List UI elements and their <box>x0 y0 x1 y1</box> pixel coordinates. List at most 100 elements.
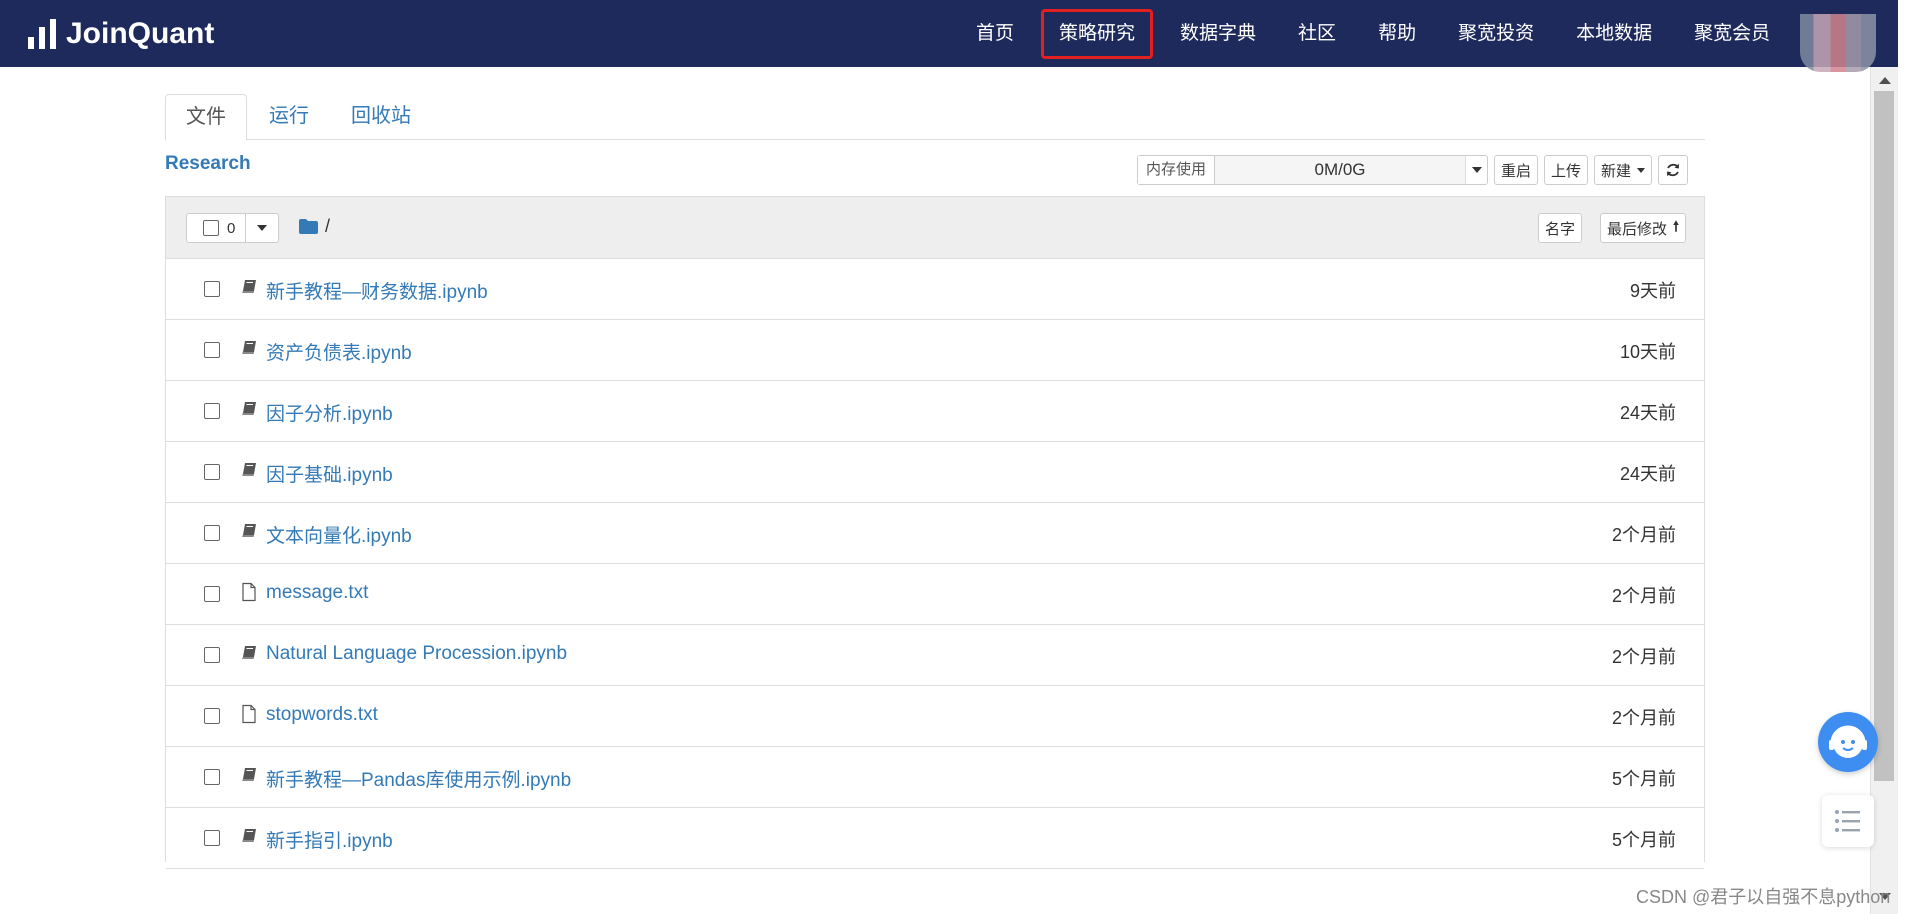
notebook-icon <box>242 829 256 842</box>
file-name-link[interactable]: 因子基础.ipynb <box>266 460 393 487</box>
file-modified-time: 24天前 <box>1619 464 1676 484</box>
watermark: CSDN @君子以自强不息python <box>1636 887 1891 907</box>
file-select-checkbox[interactable] <box>204 281 220 297</box>
file-modified-time: 9天前 <box>1629 281 1676 301</box>
chevron-down-icon <box>1471 167 1482 173</box>
select-all-control[interactable]: 0 <box>187 214 247 242</box>
logo-mark-icon <box>28 19 56 49</box>
file-select-checkbox[interactable] <box>204 403 220 419</box>
file-row[interactable]: stopwords.txt 2个月前 <box>166 686 1704 747</box>
list-icon <box>1835 810 1860 832</box>
file-icon <box>242 704 256 724</box>
file-select-checkbox[interactable] <box>204 708 220 724</box>
nav-item-community[interactable]: 社区 <box>1277 9 1357 59</box>
file-modified-time: 2个月前 <box>1611 708 1676 728</box>
file-name-link[interactable]: 文本向量化.ipynb <box>266 521 412 548</box>
file-row[interactable]: 资产负债表.ipynb 10天前 <box>166 320 1704 381</box>
file-select-checkbox[interactable] <box>204 525 220 541</box>
notebook-icon <box>242 768 256 781</box>
restart-button[interactable]: 重启 <box>1494 155 1539 185</box>
file-row[interactable]: 因子分析.ipynb 24天前 <box>166 381 1704 442</box>
notebook-icon <box>242 646 256 659</box>
file-row[interactable]: 新手教程—Pandas库使用示例.ipynb 5个月前 <box>166 747 1704 808</box>
file-name-link[interactable]: 因子分析.ipynb <box>266 399 393 426</box>
file-name-link[interactable]: 资产负债表.ipynb <box>266 338 412 365</box>
nav-item-joinquant-invest[interactable]: 聚宽投资 <box>1437 9 1555 59</box>
user-avatar[interactable] <box>1800 14 1876 72</box>
refresh-button[interactable] <box>1658 155 1689 185</box>
file-row[interactable]: 新手指引.ipynb 5个月前 <box>166 808 1704 869</box>
memory-usage-label: 内存使用 <box>1138 156 1216 184</box>
nav-item-local-data[interactable]: 本地数据 <box>1555 9 1673 59</box>
memory-usage-select[interactable]: 内存使用 0M/0G <box>1137 155 1489 185</box>
tab-files[interactable]: 文件 <box>165 94 247 141</box>
file-icon <box>242 582 256 602</box>
selection-dropdown-toggle[interactable] <box>246 214 278 242</box>
new-dropdown-button[interactable]: 新建 <box>1594 155 1653 185</box>
folder-icon[interactable] <box>299 219 318 234</box>
file-select-checkbox[interactable] <box>204 586 220 602</box>
select-all-group[interactable]: 0 <box>186 213 280 243</box>
memory-usage-value: 0M/0G <box>1215 156 1466 184</box>
file-name-link[interactable]: 新手指引.ipynb <box>266 826 393 853</box>
file-select-checkbox[interactable] <box>204 464 220 480</box>
sort-by-modified-button[interactable]: 最后修改 🠕 <box>1599 213 1686 243</box>
upload-button-label: 上传 <box>1551 162 1582 180</box>
file-row[interactable]: 文本向量化.ipynb 2个月前 <box>166 503 1704 564</box>
notebook-icon <box>242 280 256 293</box>
file-modified-time: 2个月前 <box>1611 647 1676 667</box>
file-modified-time: 24天前 <box>1619 403 1676 423</box>
scroll-thumb[interactable] <box>1874 91 1894 781</box>
nav-item-help[interactable]: 帮助 <box>1357 9 1437 59</box>
file-row[interactable]: 新手教程—财务数据.ipynb 9天前 <box>166 259 1704 320</box>
nav-item-data-dictionary[interactable]: 数据字典 <box>1159 9 1277 59</box>
scroll-up-arrow-icon[interactable] <box>1879 77 1891 84</box>
nav-item-home[interactable]: 首页 <box>955 9 1035 59</box>
notebook-toolbar: 内存使用 0M/0G 重启 上传 新建 <box>1137 155 1694 185</box>
file-list-panel: 0 / 名字 最后修改 🠕 新手教程—财务数据.ipynb 9天前资产负债表.ip… <box>165 196 1705 869</box>
chevron-down-icon <box>257 225 268 231</box>
file-list: 新手教程—财务数据.ipynb 9天前资产负债表.ipynb 10天前因子分析.ip… <box>166 259 1704 869</box>
file-modified-time: 10天前 <box>1619 342 1676 362</box>
page-title: Research <box>165 153 251 174</box>
file-name-link[interactable]: 新手教程—Pandas库使用示例.ipynb <box>266 765 571 792</box>
upload-button[interactable]: 上传 <box>1544 155 1589 185</box>
breadcrumb-root[interactable]: / <box>325 216 330 237</box>
nav-item-membership[interactable]: 聚宽会员 <box>1673 9 1791 59</box>
file-row[interactable]: 因子基础.ipynb 24天前 <box>166 442 1704 503</box>
file-name-link[interactable]: Natural Language Procession.ipynb <box>266 643 567 665</box>
file-select-checkbox[interactable] <box>204 830 220 846</box>
tab-running[interactable]: 运行 <box>249 94 329 140</box>
file-name-link[interactable]: message.txt <box>266 582 368 604</box>
file-select-checkbox[interactable] <box>204 342 220 358</box>
sort-by-name-button[interactable]: 名字 <box>1537 213 1582 243</box>
arrow-up-icon: 🠕 <box>1672 218 1679 234</box>
customer-support-button[interactable] <box>1818 712 1878 772</box>
file-select-checkbox[interactable] <box>204 647 220 663</box>
file-select-checkbox[interactable] <box>204 769 220 785</box>
refresh-icon <box>1667 163 1680 177</box>
file-tabs: 文件 运行 回收站 <box>165 94 1705 141</box>
menu-list-button[interactable] <box>1822 795 1874 847</box>
page-scrollbar[interactable] <box>1870 67 1898 914</box>
file-modified-time: 5个月前 <box>1611 769 1676 789</box>
nav-item-strategy-research[interactable]: 策略研究 <box>1041 8 1154 59</box>
sort-controls: 名字 最后修改 🠕 <box>1520 213 1686 243</box>
notebook-icon <box>242 524 256 537</box>
file-row[interactable]: Natural Language Procession.ipynb 2个月前 <box>166 625 1704 686</box>
tab-trash[interactable]: 回收站 <box>331 94 431 140</box>
new-button-label: 新建 <box>1601 162 1632 180</box>
memory-dropdown-toggle[interactable] <box>1465 156 1487 184</box>
joinquant-logo[interactable]: JoinQuant <box>28 16 214 52</box>
select-all-checkbox[interactable] <box>203 220 219 236</box>
notebook-icon <box>242 463 256 476</box>
file-name-link[interactable]: stopwords.txt <box>266 704 378 726</box>
sort-by-modified-label: 最后修改 <box>1606 220 1667 238</box>
file-name-link[interactable]: 新手教程—财务数据.ipynb <box>266 277 488 304</box>
selected-count: 0 <box>227 219 236 237</box>
support-agent-icon <box>1829 725 1867 758</box>
breadcrumb: / <box>299 216 330 237</box>
file-modified-time: 2个月前 <box>1611 525 1676 545</box>
main-nav: 首页 策略研究 数据字典 社区 帮助 聚宽投资 本地数据 聚宽会员 <box>955 0 1791 67</box>
file-row[interactable]: message.txt 2个月前 <box>166 564 1704 625</box>
